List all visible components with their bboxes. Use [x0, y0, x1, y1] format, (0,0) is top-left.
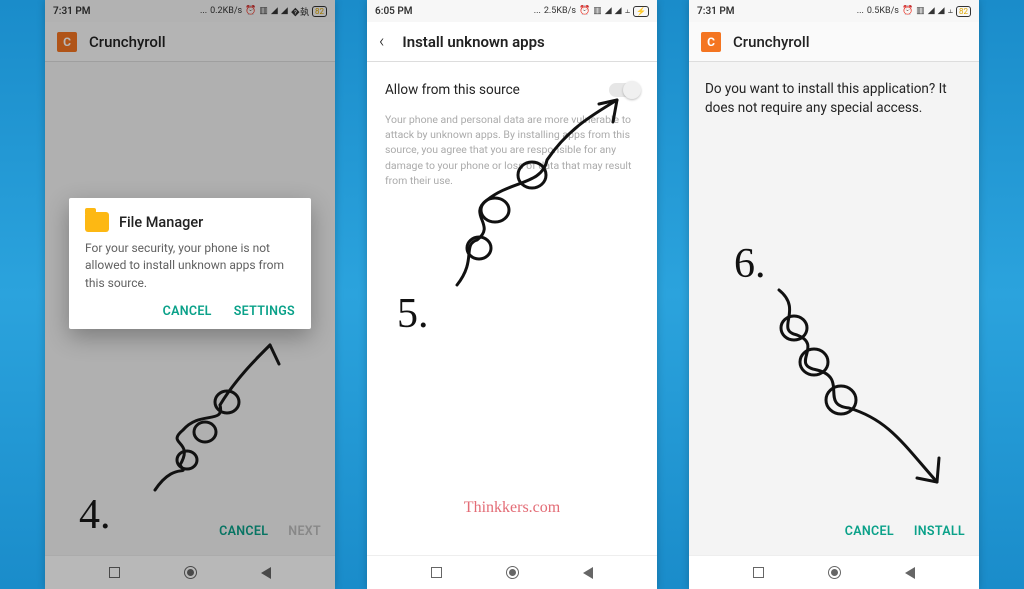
- android-navbar: [45, 555, 335, 589]
- dialog-message: For your security, your phone is not all…: [85, 240, 295, 292]
- android-navbar: [367, 555, 657, 589]
- app-title: Crunchyroll: [733, 33, 810, 51]
- install-button[interactable]: INSTALL: [914, 524, 965, 539]
- status-time: 6:05 PM: [375, 6, 413, 17]
- security-dialog: File Manager For your security, your pho…: [69, 198, 311, 329]
- back-icon[interactable]: [905, 567, 915, 579]
- allow-source-toggle[interactable]: [609, 83, 639, 97]
- installer-actions: CANCEL INSTALL: [845, 524, 965, 539]
- recents-icon[interactable]: [753, 567, 764, 578]
- status-time: 7:31 PM: [697, 6, 735, 17]
- file-manager-icon: [85, 212, 109, 232]
- status-icons: ...0.2KB/s ⏰▥ ◢◢ �埶 82: [200, 5, 327, 18]
- allow-source-description: Your phone and personal data are more vu…: [367, 112, 657, 188]
- allow-source-row[interactable]: Allow from this source: [367, 62, 657, 112]
- dialog-settings-button[interactable]: SETTINGS: [234, 304, 295, 319]
- status-bar: 6:05 PM ...2.5KB/s ⏰▥ ◢◢ ⫠ ⚡: [367, 0, 657, 22]
- phone-screenshot-4: 7:31 PM ...0.2KB/s ⏰▥ ◢◢ �埶 82 C Crunchy…: [45, 0, 335, 589]
- home-icon[interactable]: [828, 566, 841, 579]
- settings-title: Install unknown apps: [402, 33, 544, 51]
- back-chevron-icon[interactable]: ‹: [379, 31, 384, 52]
- dialog-cancel-button[interactable]: CANCEL: [163, 304, 212, 319]
- back-icon[interactable]: [261, 567, 271, 579]
- app-title: Crunchyroll: [89, 33, 166, 51]
- crunchyroll-icon: C: [57, 32, 77, 52]
- installer-body: Do you want to install this application?…: [689, 62, 979, 555]
- crunchyroll-icon: C: [701, 32, 721, 52]
- status-time: 7:31 PM: [53, 6, 91, 17]
- recents-icon[interactable]: [431, 567, 442, 578]
- back-icon[interactable]: [583, 567, 593, 579]
- status-bar: 7:31 PM ...0.5KB/s ⏰▥ ◢◢ ⫠ 82: [689, 0, 979, 22]
- dialog-title: File Manager: [119, 214, 203, 231]
- settings-body: Allow from this source Your phone and pe…: [367, 62, 657, 555]
- app-header: C Crunchyroll: [45, 22, 335, 62]
- status-icons: ...0.5KB/s ⏰▥ ◢◢ ⫠ 82: [857, 6, 971, 17]
- status-bar: 7:31 PM ...0.2KB/s ⏰▥ ◢◢ �埶 82: [45, 0, 335, 22]
- status-icons: ...2.5KB/s ⏰▥ ◢◢ ⫠ ⚡: [534, 6, 649, 17]
- phone-screenshot-6: 7:31 PM ...0.5KB/s ⏰▥ ◢◢ ⫠ 82 C Crunchyr…: [689, 0, 979, 589]
- installer-actions: CANCEL NEXT: [219, 524, 321, 539]
- home-icon[interactable]: [184, 566, 197, 579]
- android-navbar: [689, 555, 979, 589]
- cancel-button[interactable]: CANCEL: [845, 524, 894, 539]
- app-header: C Crunchyroll: [689, 22, 979, 62]
- cancel-button[interactable]: CANCEL: [219, 524, 268, 539]
- allow-source-label: Allow from this source: [385, 82, 520, 98]
- next-button: NEXT: [288, 524, 321, 539]
- install-message: Do you want to install this application?…: [689, 62, 979, 136]
- recents-icon[interactable]: [109, 567, 120, 578]
- home-icon[interactable]: [506, 566, 519, 579]
- watermark: Thinkkers.com: [464, 499, 560, 517]
- phone-screenshot-5: 6:05 PM ...2.5KB/s ⏰▥ ◢◢ ⫠ ⚡ ‹ Install u…: [367, 0, 657, 589]
- settings-header: ‹ Install unknown apps: [367, 22, 657, 62]
